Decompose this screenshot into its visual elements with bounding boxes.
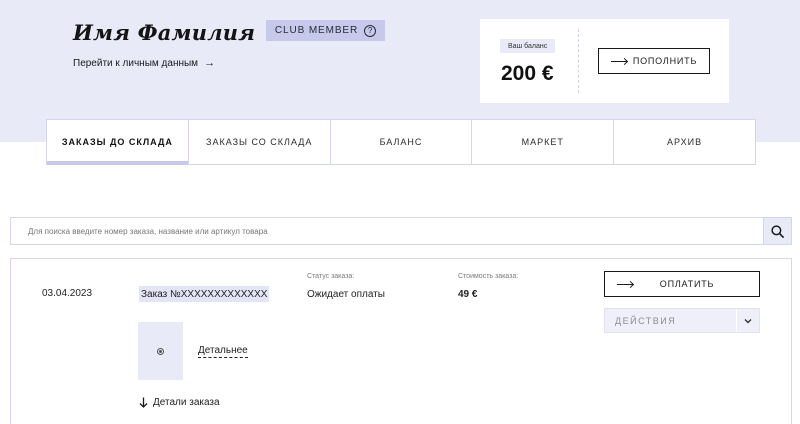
tab-archive[interactable]: АРХИВ — [613, 120, 755, 164]
search-bar — [10, 217, 792, 245]
topup-button[interactable]: ПОПОЛНИТЬ — [598, 48, 710, 74]
profile-link-label: Перейти к личным данным — [73, 57, 199, 69]
order-details-toggle[interactable]: Детали заказа — [139, 397, 220, 408]
arrow-down-icon — [139, 397, 148, 408]
search-button[interactable] — [763, 218, 791, 244]
image-placeholder-icon — [157, 347, 164, 355]
club-member-badge: CLUB MEMBER ? — [266, 20, 385, 41]
topup-button-label: ПОПОЛНИТЬ — [632, 56, 698, 66]
order-card: 03.04.2023 Заказ №XXXXXXXXXXXXX Статус з… — [10, 258, 792, 424]
long-arrow-right-icon — [610, 57, 628, 65]
order-cost-label: Стоимость заказа: — [458, 273, 519, 280]
tab-market[interactable]: МАРКЕТ — [471, 120, 613, 164]
order-number: Заказ №XXXXXXXXXXXXX — [139, 286, 270, 302]
search-icon — [771, 224, 784, 238]
actions-dropdown[interactable]: ДЕЙСТВИЯ — [604, 308, 760, 333]
tab-orders-before-warehouse[interactable]: ЗАКАЗЫ ДО СКЛАДА — [47, 120, 188, 165]
club-member-label: CLUB MEMBER — [274, 25, 359, 36]
balance-value: 200 € — [501, 62, 554, 85]
balance-card: Ваш баланс 200 € ПОПОЛНИТЬ — [480, 19, 729, 103]
orders-tabs: ЗАКАЗЫ ДО СКЛАДА ЗАКАЗЫ СО СКЛАДА БАЛАНС… — [46, 119, 756, 165]
arrow-right-icon: → — [204, 57, 216, 69]
tab-balance[interactable]: БАЛАНС — [329, 120, 472, 164]
order-status-label: Статус заказа: — [307, 273, 355, 280]
order-status-value: Ожидает оплаты — [307, 289, 385, 300]
help-circle-icon[interactable]: ? — [364, 24, 377, 37]
search-input[interactable] — [11, 218, 763, 244]
balance-label: Ваш баланс — [500, 39, 556, 53]
order-details-label: Детали заказа — [153, 397, 220, 408]
balance-divider — [578, 29, 579, 93]
order-date: 03.04.2023 — [42, 288, 93, 299]
pay-button[interactable]: ОПЛАТИТЬ — [604, 271, 760, 297]
actions-dropdown-label: ДЕЙСТВИЯ — [615, 315, 677, 326]
user-name: Имя Фамилия — [73, 20, 256, 45]
chevron-down-icon — [736, 309, 759, 332]
profile-link[interactable]: Перейти к личным данным → — [73, 57, 215, 69]
pay-button-label: ОПЛАТИТЬ — [659, 279, 715, 289]
more-details-link[interactable]: Детальнее — [198, 345, 248, 358]
order-cost-value: 49 € — [458, 289, 478, 300]
product-thumbnail[interactable] — [138, 322, 183, 380]
long-arrow-right-icon — [617, 280, 635, 288]
tab-orders-from-warehouse[interactable]: ЗАКАЗЫ СО СКЛАДА — [187, 120, 330, 164]
